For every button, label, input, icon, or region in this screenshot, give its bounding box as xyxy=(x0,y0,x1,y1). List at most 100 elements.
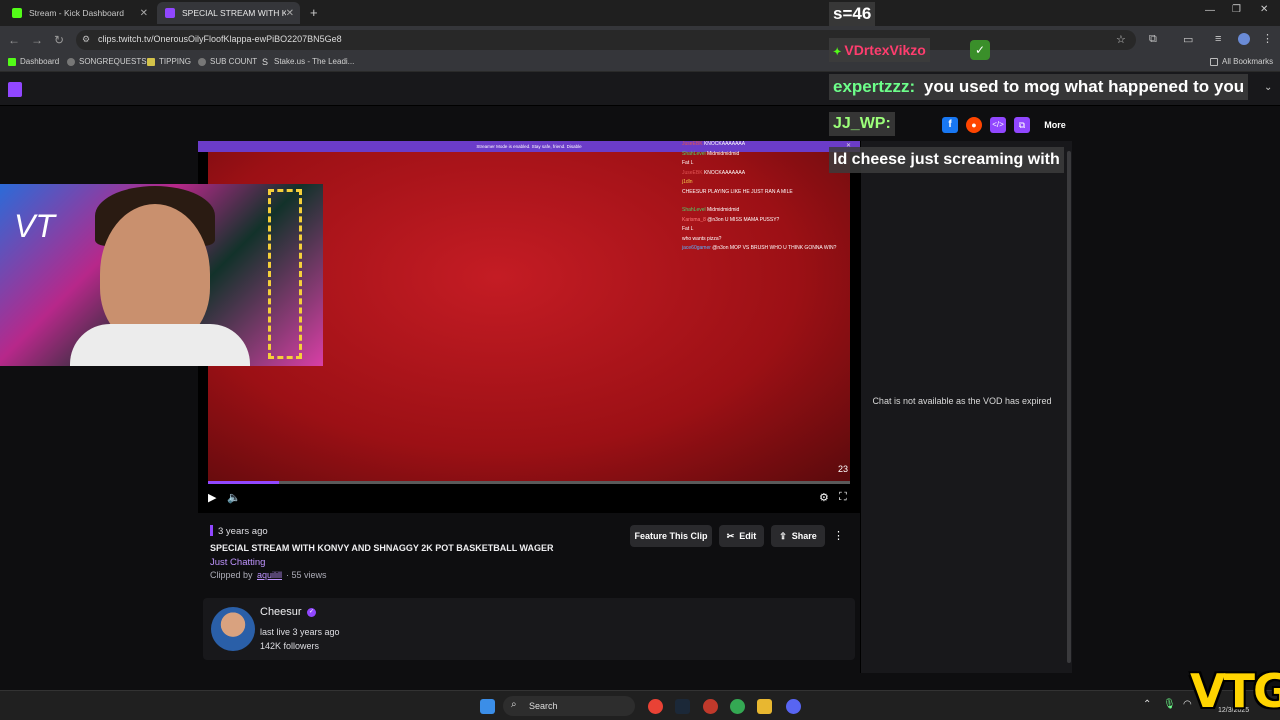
url-text[interactable]: clips.twitch.tv/OnerousOilyFloofKlappa-e… xyxy=(98,34,342,44)
bookmark-dashboard[interactable]: Dashboard xyxy=(8,57,59,66)
video-chat-user: JuseEBK xyxy=(682,169,704,176)
extensions-icon[interactable]: ⧉ xyxy=(1149,33,1157,46)
overlay-chat-user1: ✦ VDrtexVikzo xyxy=(829,38,930,62)
embed-icon[interactable]: </> xyxy=(990,117,1006,133)
copy-icon[interactable]: ⧉ xyxy=(1014,117,1030,133)
close-icon[interactable]: ✕ xyxy=(140,8,148,19)
streamer-shirt xyxy=(70,324,250,366)
media-icon[interactable]: ≡ xyxy=(1215,33,1221,45)
chrome-icon[interactable] xyxy=(648,699,663,714)
emote-icon: ✓ xyxy=(970,40,990,60)
video-chat-line: who wants pizza? xyxy=(682,236,721,242)
stake-icon: S xyxy=(262,56,269,67)
settings-gear-icon[interactable]: ⚙ xyxy=(819,491,829,504)
bookmark-stake[interactable]: S Stake.us - The Leadi... xyxy=(262,57,354,66)
bookmark-label: TIPPING xyxy=(159,57,192,66)
tab-twitch-clip[interactable]: SPECIAL STREAM WITH KONVY ✕ xyxy=(157,2,300,24)
window-close-icon[interactable]: ✕ xyxy=(1260,4,1268,15)
play-icon[interactable]: ▶ xyxy=(208,491,216,504)
chat-unavailable-message: Chat is not available as the VOD has exp… xyxy=(872,396,1052,406)
chrome-alt-icon[interactable] xyxy=(730,699,745,714)
edit-button[interactable]: ✂ Edit xyxy=(719,525,764,547)
profile-avatar[interactable] xyxy=(1238,33,1250,45)
kick-icon xyxy=(8,57,16,66)
bookmark-label: Stake.us - The Leadi... xyxy=(274,57,355,66)
obs-icon[interactable] xyxy=(703,699,718,714)
video-chat-line: Fat L xyxy=(682,160,693,166)
progress-bar[interactable] xyxy=(208,481,850,484)
address-bar-row: ← → ↻ ⚙ clips.twitch.tv/OnerousOilyFloof… xyxy=(0,26,1280,54)
bookmark-songrequests[interactable]: SONGREQUESTS xyxy=(67,57,147,66)
video-chat-message: Midmidmidmid xyxy=(707,207,740,213)
tray-chevron-icon[interactable]: ⌃ xyxy=(1143,699,1151,710)
file-explorer-icon[interactable] xyxy=(757,699,772,714)
lights-decoration xyxy=(268,189,302,359)
search-icon: ⌕ xyxy=(511,699,517,710)
new-tab-icon[interactable]: + xyxy=(310,5,318,20)
streamer-card[interactable]: Cheesur ✓ last live 3 years ago 142K fol… xyxy=(203,598,855,660)
bookmark-tipping[interactable]: TIPPING xyxy=(147,57,191,66)
video-chat-message: @n3on U MISS MAMA PUSSY? xyxy=(707,216,780,223)
last-live: last live 3 years ago xyxy=(260,627,340,637)
reload-icon[interactable]: ↻ xyxy=(54,33,64,47)
video-chat-message: KNOCKAAAAAAA xyxy=(703,169,746,176)
more-options-icon[interactable]: ⋮ xyxy=(833,529,844,542)
forward-icon[interactable]: → xyxy=(31,33,43,47)
mute-icon[interactable]: 🔈 xyxy=(227,491,241,504)
taskbar-search[interactable]: ⌕ Search xyxy=(503,696,635,716)
facebook-icon[interactable]: f xyxy=(942,117,958,133)
video-chat-message: Midmidmidmid xyxy=(707,150,740,157)
video-chat-user: JuseEBK xyxy=(682,141,704,147)
reddit-icon[interactable]: ● xyxy=(966,117,982,133)
clipper-link[interactable]: aquilill xyxy=(257,570,282,580)
windows-start-icon[interactable] xyxy=(480,699,495,714)
clip-age: 3 years ago xyxy=(218,526,268,537)
share-button[interactable]: ⇪ Share xyxy=(771,525,825,547)
fullscreen-icon[interactable]: ⛶ xyxy=(839,491,847,504)
bookmark-star-icon[interactable]: ☆ xyxy=(1116,33,1126,46)
view-count: · 55 views xyxy=(286,570,327,580)
progress-fill xyxy=(208,481,279,484)
back-icon[interactable]: ← xyxy=(8,33,20,47)
minimize-icon[interactable]: — xyxy=(1205,5,1215,16)
video-chat-line: j1dln xyxy=(682,179,693,185)
close-icon[interactable]: ✕ xyxy=(286,8,294,19)
video-chat-line: CHEESUR PLAYING LIKE HE JUST RAN A MILE xyxy=(682,189,793,195)
tab-kick-dashboard[interactable]: Stream - Kick Dashboard ✕ xyxy=(4,2,154,24)
avatar[interactable] xyxy=(211,607,255,651)
mic-icon[interactable]: 🎙 xyxy=(1163,699,1176,710)
streamer-name[interactable]: Cheesur xyxy=(260,606,302,618)
overlay-chat-line2: expertzzz: you used to mog what happened… xyxy=(829,74,1249,100)
chevron-down-icon[interactable]: ⌄ xyxy=(1264,82,1272,93)
twitch-logo-icon[interactable] xyxy=(8,82,22,97)
cast-icon[interactable]: ▭ xyxy=(1183,33,1193,46)
discord-icon[interactable] xyxy=(786,699,801,714)
clipped-by-label: Clipped by xyxy=(210,570,253,580)
bookmark-label: SUB COUNT xyxy=(210,57,258,66)
streamelements-icon xyxy=(198,57,206,66)
maximize-icon[interactable]: ❐ xyxy=(1232,4,1241,15)
feature-clip-button[interactable]: Feature This Clip xyxy=(630,525,712,547)
video-chat-line: ShahLevel Midmidmidmid xyxy=(682,207,739,213)
share-icon: ⇪ xyxy=(779,530,787,541)
windows-taskbar: ⌕ Search ⌃ 🎙 ◠ 12/3/2025 xyxy=(0,690,1280,720)
all-bookmarks[interactable]: All Bookmarks xyxy=(1210,57,1273,66)
site-info-icon[interactable]: ⚙ xyxy=(82,34,90,45)
search-label: Search xyxy=(529,701,558,711)
overlay-chat-line3: ld cheese just screaming with xyxy=(829,147,1064,173)
steam-icon[interactable] xyxy=(675,699,690,714)
streamer-face xyxy=(100,204,210,344)
bookmark-subcount[interactable]: SUB COUNT xyxy=(198,57,257,66)
video-chat-message: who wants pizza? xyxy=(682,235,722,242)
video-chat-line: JuseEBK KNOCKAAAAAAA xyxy=(682,141,745,147)
menu-icon[interactable]: ⋮ xyxy=(1262,32,1273,45)
video-chat-message: Fat L xyxy=(682,160,694,167)
tip-icon xyxy=(147,57,155,66)
video-chat-user: Karisma_8 xyxy=(682,216,708,223)
video-chat-user: j1dln xyxy=(682,179,693,186)
scrollbar[interactable] xyxy=(1067,151,1071,663)
overlay-message: you used to mog what happened to you xyxy=(923,77,1245,96)
tab-label: Stream - Kick Dashboard xyxy=(29,8,124,18)
category-link[interactable]: Just Chatting xyxy=(210,557,265,568)
more-share-button[interactable]: More xyxy=(1038,117,1072,133)
